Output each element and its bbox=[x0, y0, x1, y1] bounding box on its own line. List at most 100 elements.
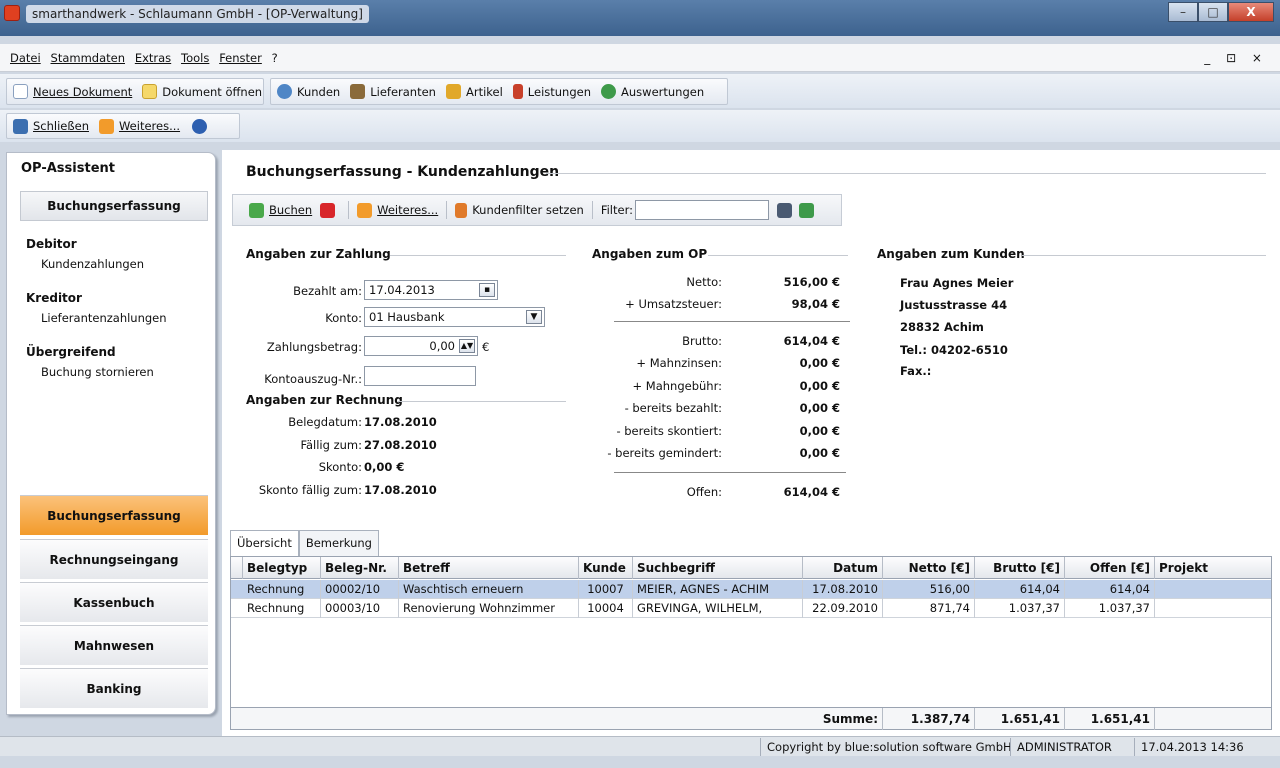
refresh-icon[interactable] bbox=[798, 202, 814, 218]
sidebar-link-kundenzahlungen[interactable]: Kundenzahlungen bbox=[41, 257, 144, 271]
articles-button[interactable]: Artikel bbox=[445, 84, 503, 99]
sum-netto: 1.387,74 bbox=[883, 708, 975, 730]
amount-label: Zahlungsbetrag: bbox=[266, 340, 362, 354]
cell-suchbegriff: GREVINGA, WILHELM, bbox=[633, 599, 803, 618]
sum-label: Summe: bbox=[803, 708, 883, 730]
paid-on-label: Bezahlt am: bbox=[293, 284, 362, 298]
reports-button[interactable]: Auswertungen bbox=[601, 84, 704, 99]
customers-icon bbox=[277, 84, 292, 99]
menu-help[interactable]: ? bbox=[269, 44, 281, 72]
customers-label: Kunden bbox=[297, 84, 341, 99]
toolbar-separator bbox=[348, 201, 350, 219]
checkmark-icon bbox=[249, 202, 264, 218]
more-button[interactable]: Weiteres... bbox=[98, 118, 180, 134]
due-date-value: 27.08.2010 bbox=[364, 438, 437, 452]
invoice-date-label: Belegdatum: bbox=[288, 415, 362, 429]
calendar-icon[interactable]: ▪ bbox=[479, 283, 495, 297]
col-projekt[interactable]: Projekt bbox=[1155, 557, 1271, 579]
cell-brutto: 1.037,37 bbox=[975, 599, 1065, 618]
menu-stammdaten[interactable]: Stammdaten bbox=[48, 44, 128, 72]
open-document-label: Dokument öffnen bbox=[162, 84, 263, 99]
articles-label: Artikel bbox=[465, 84, 503, 99]
sidebar-link-lieferantenzahlungen[interactable]: Lieferantenzahlungen bbox=[41, 311, 167, 325]
col-datum[interactable]: Datum bbox=[803, 557, 883, 579]
cell-belegtyp: Rechnung bbox=[243, 599, 321, 618]
nav-banking[interactable]: Banking bbox=[20, 668, 208, 708]
help-icon[interactable] bbox=[192, 118, 208, 134]
sum-offen: 1.651,41 bbox=[1065, 708, 1155, 730]
menu-extras[interactable]: Extras bbox=[132, 44, 174, 72]
paid-on-value: 17.04.2013 bbox=[369, 283, 435, 297]
customer-heading: Angaben zum Kunden bbox=[877, 247, 1025, 261]
invoice-divider bbox=[398, 401, 566, 402]
minimize-button[interactable]: – bbox=[1168, 2, 1198, 22]
suppliers-button[interactable]: Lieferanten bbox=[350, 84, 436, 99]
more-icon bbox=[98, 118, 114, 134]
customers-button[interactable]: Kunden bbox=[277, 84, 340, 99]
col-suchbegriff[interactable]: Suchbegriff bbox=[633, 557, 803, 579]
masterdata-toolbar-group: Kunden Lieferanten Artikel Leistungen Au… bbox=[270, 78, 728, 105]
customer-phone: Tel.: 04202-6510 bbox=[900, 343, 1008, 357]
sidebar-link-buchung-stornieren[interactable]: Buchung stornieren bbox=[41, 365, 154, 379]
discount-due-label: Skonto fällig zum: bbox=[258, 483, 362, 497]
status-user: ADMINISTRATOR bbox=[1010, 738, 1118, 756]
tab-bemerkung[interactable]: Bemerkung bbox=[298, 530, 379, 556]
chevron-down-icon[interactable]: ▼ bbox=[526, 310, 542, 324]
menu-fenster[interactable]: Fenster bbox=[216, 44, 265, 72]
spinner-icon[interactable]: ▲▼ bbox=[459, 339, 475, 353]
services-button[interactable]: Leistungen bbox=[512, 84, 591, 99]
amount-input[interactable]: 0,00 ▲▼ bbox=[364, 336, 478, 356]
grid-header: Belegtyp Beleg-Nr. Betreff Kunde Suchbeg… bbox=[231, 557, 1271, 579]
col-brutto[interactable]: Brutto [€] bbox=[975, 557, 1065, 579]
col-kunde[interactable]: Kunde bbox=[579, 557, 633, 579]
col-betreff[interactable]: Betreff bbox=[399, 557, 579, 579]
op-divider bbox=[708, 255, 848, 256]
close-window-button[interactable]: X bbox=[1228, 2, 1274, 22]
tab-uebersicht[interactable]: Übersicht bbox=[230, 530, 299, 556]
cell-projekt bbox=[1155, 599, 1271, 618]
close-button[interactable]: Schließen bbox=[13, 118, 89, 134]
table-row[interactable]: Rechnung 00002/10 Waschtisch erneuern 10… bbox=[231, 580, 1271, 599]
cell-betreff: Waschtisch erneuern bbox=[399, 580, 579, 599]
open-items-grid: Belegtyp Beleg-Nr. Betreff Kunde Suchbeg… bbox=[230, 556, 1272, 730]
statement-input[interactable] bbox=[364, 366, 476, 386]
cell-belegtyp: Rechnung bbox=[243, 580, 321, 599]
menu-datei[interactable]: Datei bbox=[7, 44, 44, 72]
cancel-icon[interactable] bbox=[320, 202, 336, 218]
close-door-icon bbox=[13, 118, 28, 134]
row-indicator-header bbox=[231, 557, 243, 579]
status-copyright: Copyright by blue:solution software GmbH bbox=[760, 738, 1018, 756]
col-beleg-nr[interactable]: Beleg-Nr. bbox=[321, 557, 399, 579]
menu-tools[interactable]: Tools bbox=[178, 44, 212, 72]
more-options-button[interactable]: Weiteres... bbox=[377, 203, 438, 217]
maximize-button[interactable]: □ bbox=[1198, 2, 1228, 22]
account-select[interactable]: 01 Hausbank ▼ bbox=[364, 307, 545, 327]
book-button[interactable]: Buchen bbox=[269, 203, 312, 217]
app-icon[interactable] bbox=[4, 5, 20, 21]
customer-street: Justusstrasse 44 bbox=[900, 298, 1008, 312]
paid-on-input[interactable]: 17.04.2013 ▪ bbox=[364, 280, 498, 300]
invoice-heading: Angaben zur Rechnung bbox=[246, 393, 403, 407]
nav-kassenbuch[interactable]: Kassenbuch bbox=[20, 582, 208, 622]
open-document-button[interactable]: Dokument öffnen bbox=[142, 84, 262, 99]
col-belegtyp[interactable]: Belegtyp bbox=[243, 557, 321, 579]
table-row[interactable]: Rechnung 00003/10 Renovierung Wohnzimmer… bbox=[231, 599, 1271, 618]
op-open-value: 614,04 € bbox=[783, 485, 840, 499]
col-offen[interactable]: Offen [€] bbox=[1065, 557, 1155, 579]
customer-filter-button[interactable]: Kundenfilter setzen bbox=[472, 203, 584, 217]
cell-projekt bbox=[1155, 580, 1271, 599]
mdi-window-controls[interactable]: _ ⊡ × bbox=[1204, 51, 1268, 65]
customer-divider bbox=[1022, 255, 1266, 256]
sum-brutto: 1.651,41 bbox=[975, 708, 1065, 730]
col-netto[interactable]: Netto [€] bbox=[883, 557, 975, 579]
binoculars-icon[interactable] bbox=[776, 202, 792, 218]
customer-fax: Fax.: bbox=[900, 364, 932, 378]
nav-buchungserfassung[interactable]: Buchungserfassung bbox=[20, 495, 208, 535]
cell-offen: 614,04 bbox=[1065, 580, 1155, 599]
app-window: smarthandwerk - Schlaumann GmbH - [OP-Ve… bbox=[0, 0, 1280, 768]
nav-rechnungseingang[interactable]: Rechnungseingang bbox=[20, 539, 208, 579]
nav-mahnwesen[interactable]: Mahnwesen bbox=[20, 625, 208, 665]
filter-icon bbox=[455, 202, 468, 218]
filter-input[interactable] bbox=[634, 200, 769, 220]
new-document-button[interactable]: Neues Dokument bbox=[13, 84, 132, 99]
